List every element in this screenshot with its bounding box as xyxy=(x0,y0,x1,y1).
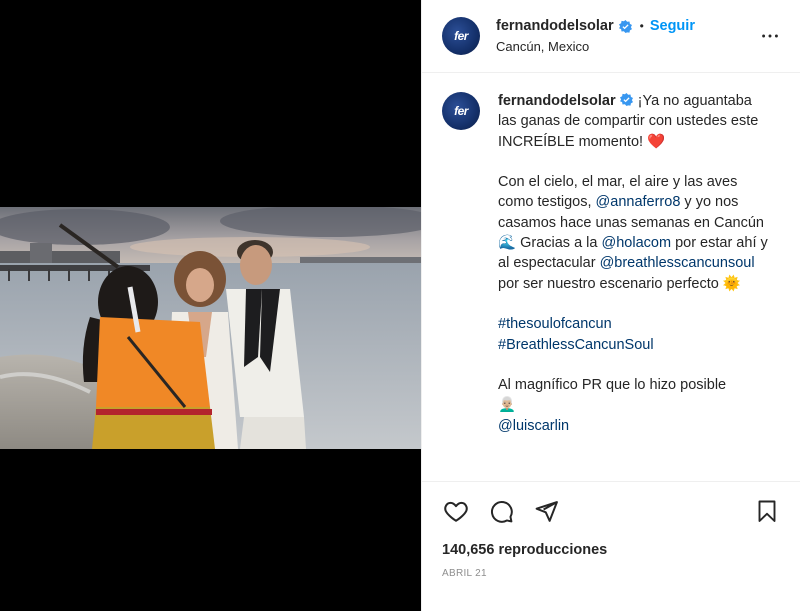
mention-link[interactable]: @holacom xyxy=(602,235,672,251)
sun-emoji-icon: 🌞 xyxy=(722,275,741,292)
share-icon[interactable] xyxy=(532,497,560,525)
views-count[interactable]: 140,656 reproducciones xyxy=(442,542,781,558)
avatar-text: fer xyxy=(454,104,468,118)
caption-text: Al magnífico PR que lo hizo posible xyxy=(498,377,727,394)
caption-author-avatar[interactable]: fer xyxy=(442,92,480,130)
hashtag-link[interactable]: #thesoulofcancun xyxy=(498,316,612,332)
instagram-post: fer fernandodelsolar • Seguir Cancún, Me… xyxy=(0,0,800,611)
video-player[interactable] xyxy=(0,207,421,449)
caption-text: Gracias a la xyxy=(520,235,598,252)
verified-badge-icon xyxy=(618,19,632,33)
verified-badge-icon xyxy=(619,93,633,106)
mention-link[interactable]: @luiscarlin xyxy=(498,418,569,434)
person-emoji-icon: 👨🏼‍🦳 xyxy=(498,397,517,414)
video-frame-image xyxy=(0,207,421,449)
mention-link[interactable]: @breathlesscancunsoul xyxy=(600,255,755,271)
author-avatar[interactable]: fer xyxy=(442,17,480,55)
media-panel xyxy=(0,0,421,611)
bookmark-icon[interactable] xyxy=(753,497,781,525)
post-date[interactable]: ABRIL 21 xyxy=(442,568,781,579)
avatar-text: fer xyxy=(454,29,468,43)
author-username[interactable]: fernandodelsolar xyxy=(496,18,614,34)
actions-section: 140,656 reproducciones ABRIL 21 xyxy=(422,481,800,579)
post-sidebar: fer fernandodelsolar • Seguir Cancún, Me… xyxy=(421,0,800,611)
hashtag-link[interactable]: #BreathlessCancunSoul xyxy=(498,337,654,353)
post-header: fer fernandodelsolar • Seguir Cancún, Me… xyxy=(422,0,800,73)
post-caption: fernandodelsolar ¡Ya no aguantaba las gan… xyxy=(498,91,768,481)
separator-dot: • xyxy=(639,19,644,33)
caption-username[interactable]: fernandodelsolar xyxy=(498,93,616,109)
action-bar xyxy=(442,482,781,540)
heart-icon[interactable] xyxy=(442,497,470,525)
wave-emoji-icon: 🌊 xyxy=(498,235,517,252)
follow-button[interactable]: Seguir xyxy=(650,18,695,34)
more-options-icon[interactable] xyxy=(758,24,782,48)
comment-icon[interactable] xyxy=(487,497,515,525)
caption-text: por ser nuestro escenario perfecto xyxy=(498,275,719,292)
caption-section: fer fernandodelsolar ¡Ya no aguantaba las… xyxy=(422,73,800,481)
post-location[interactable]: Cancún, Mexico xyxy=(496,39,758,54)
header-text: fernandodelsolar • Seguir Cancún, Mexico xyxy=(496,18,758,54)
heart-emoji-icon: ❤️ xyxy=(647,133,666,150)
mention-link[interactable]: @annaferro8 xyxy=(596,194,681,210)
